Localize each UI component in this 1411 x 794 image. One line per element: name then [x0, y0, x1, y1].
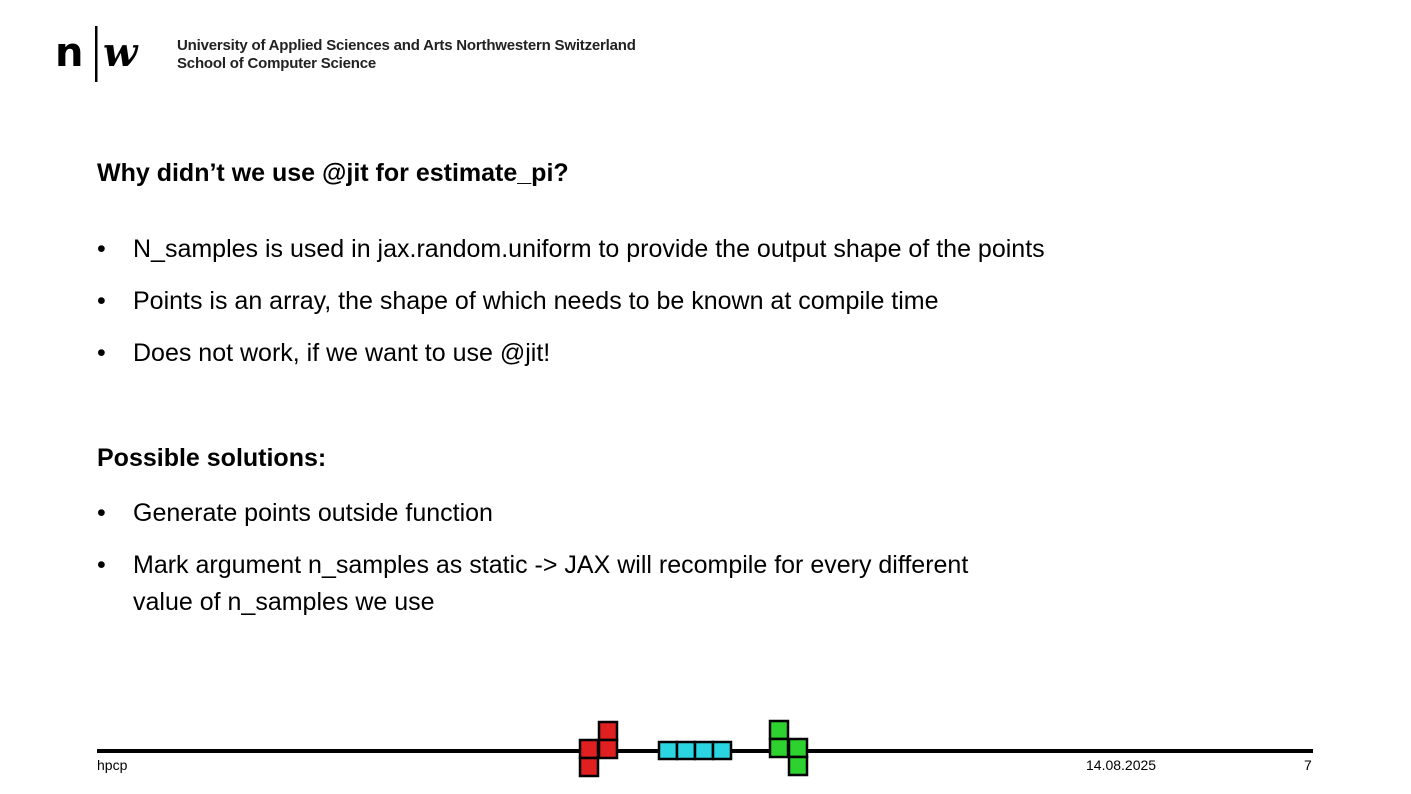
- bullet-glyph: •: [97, 499, 106, 527]
- bullet-item: • Points is an array, the shape of which…: [97, 283, 1045, 320]
- bullet-glyph: •: [97, 339, 106, 367]
- university-name: University of Applied Sciences and Arts …: [177, 37, 636, 54]
- bullet-list-solutions: • Generate points outside function • Mar…: [97, 495, 968, 621]
- cyan-tetris-piece: [657, 740, 733, 761]
- fhnw-logo: n w: [55, 26, 139, 82]
- bullet-item: • Generate points outside function: [97, 495, 968, 532]
- bullet-item: • Mark argument n_samples as static -> J…: [97, 547, 968, 621]
- tetris-pieces-decoration: [578, 719, 809, 778]
- bullet-glyph: •: [97, 235, 106, 263]
- bullet-text: Mark argument n_samples as static -> JAX…: [133, 551, 969, 579]
- slide-heading-why-no-jit: Why didn’t we use @jit for estimate_pi?: [97, 159, 569, 187]
- footer-date: 14.08.2025: [1086, 757, 1157, 773]
- footer-page-number: 7: [1304, 757, 1312, 773]
- bullet-item: • N_samples is used in jax.random.unifor…: [97, 231, 1045, 268]
- svg-text:w: w: [103, 29, 139, 76]
- bullet-text-continuation: value of n_samples we use: [133, 588, 435, 616]
- red-tetris-piece: [578, 720, 619, 778]
- green-tetris-piece: [768, 719, 809, 777]
- bullet-text: Generate points outside function: [133, 499, 493, 527]
- footer-rule-left: [97, 749, 580, 753]
- school-name: School of Computer Science: [177, 55, 376, 72]
- slide-heading-possible-solutions: Possible solutions:: [97, 444, 327, 472]
- svg-text:n: n: [55, 30, 83, 76]
- footer-rule-right: [808, 749, 1313, 753]
- footer-course-label: hpcp: [97, 757, 128, 773]
- bullet-list-reasons: • N_samples is used in jax.random.unifor…: [97, 231, 1045, 372]
- institution-name: University of Applied Sciences and Arts …: [177, 37, 636, 73]
- bullet-text: Points is an array, the shape of which n…: [133, 287, 939, 315]
- bullet-glyph: •: [97, 287, 106, 315]
- bullet-text: Does not work, if we want to use @jit!: [133, 339, 551, 367]
- bullet-text: N_samples is used in jax.random.uniform …: [133, 235, 1045, 263]
- bullet-glyph: •: [97, 551, 106, 579]
- bullet-item: • Does not work, if we want to use @jit!: [97, 335, 1045, 372]
